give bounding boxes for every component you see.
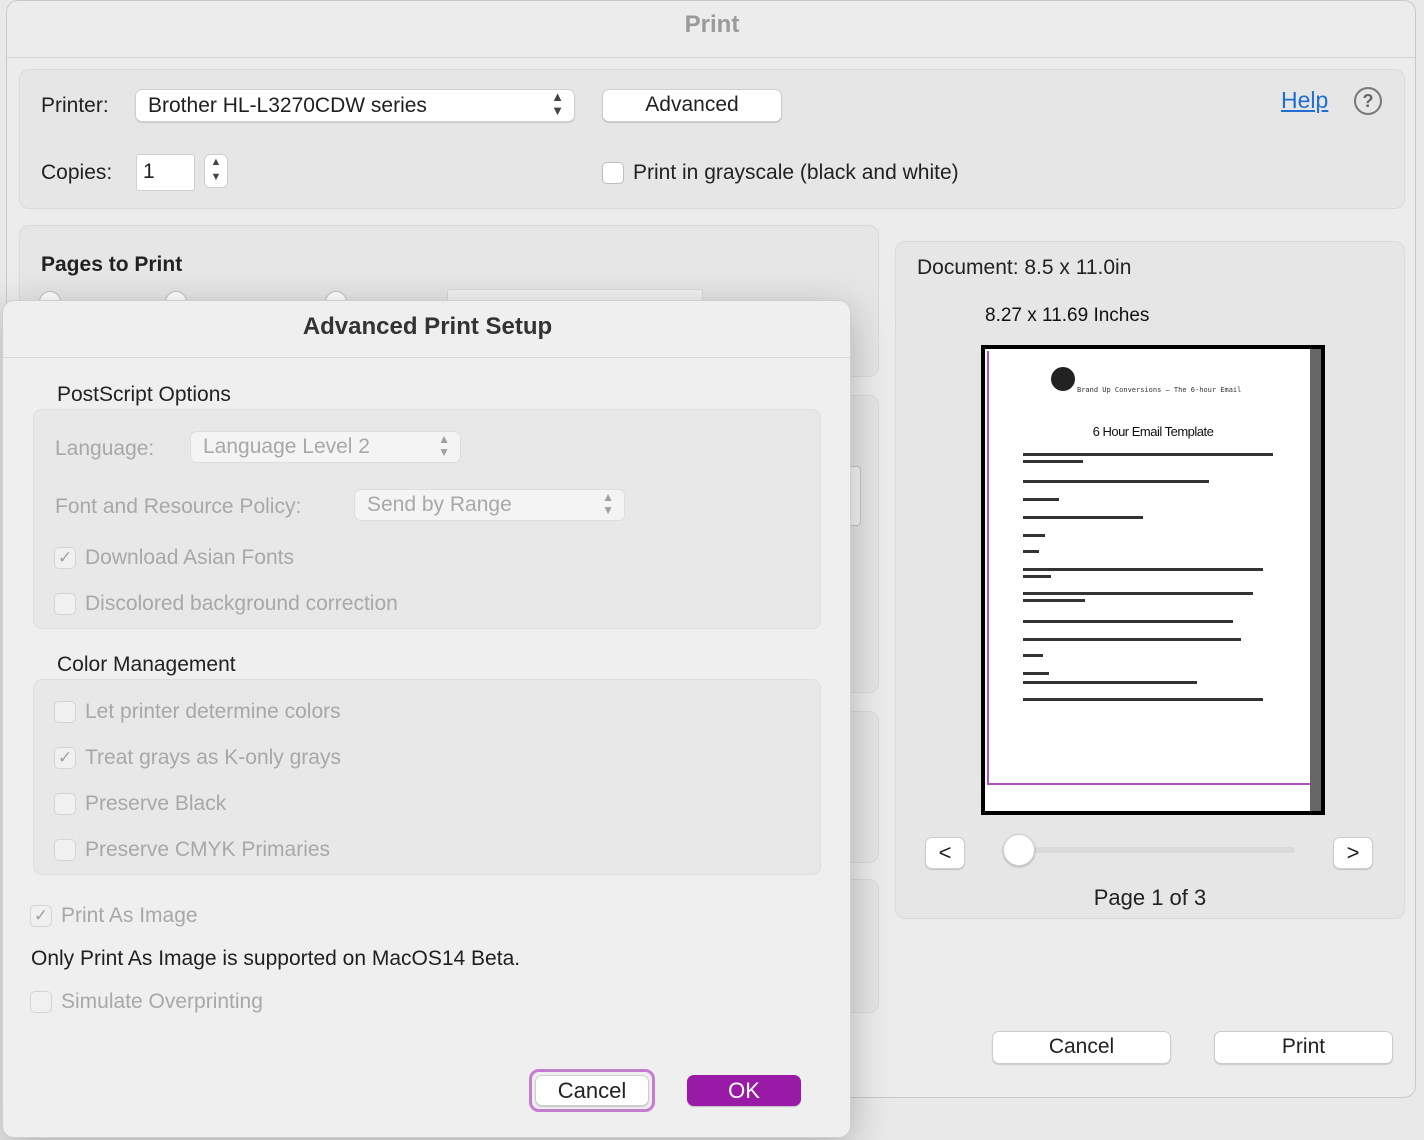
checkmark-icon: ✓ — [33, 906, 49, 925]
macos-note: Only Print As Image is supported on MacO… — [31, 947, 521, 970]
print-as-image-label: Print As Image — [61, 904, 198, 927]
copies-input[interactable]: 1 — [136, 154, 195, 191]
advanced-print-setup-dialog: Advanced Print Setup PostScript Options … — [2, 300, 851, 1138]
text-line — [1023, 681, 1197, 684]
preview-sheet-frame: Brand Up Conversions – The 6-hour Email … — [981, 345, 1325, 815]
next-page-button[interactable]: > — [1333, 837, 1373, 869]
print-cancel-button[interactable]: Cancel — [992, 1031, 1171, 1064]
postscript-heading: PostScript Options — [57, 383, 231, 406]
dialog-title: Advanced Print Setup — [302, 313, 553, 340]
font-policy-select-value: Send by Range — [367, 493, 512, 516]
text-line — [1023, 480, 1209, 483]
printer-select[interactable]: Brother HL-L3270CDW series ▲ ▼ — [135, 89, 575, 122]
copies-stepper[interactable]: ▲ ▼ — [204, 154, 228, 188]
checkmark-icon: ✓ — [57, 548, 73, 567]
text-line — [1023, 498, 1059, 501]
dialog-title-divider — [3, 357, 850, 358]
prev-page-button[interactable]: < — [925, 837, 965, 869]
chevron-updown-icon: ▲ ▼ — [438, 432, 450, 459]
printer-label: Printer: — [41, 94, 109, 117]
language-label: Language: — [55, 437, 155, 460]
print-button[interactable]: Print — [1214, 1031, 1393, 1064]
preserve-black-label: Preserve Black — [85, 792, 227, 815]
font-policy-label: Font and Resource Policy: — [55, 495, 302, 518]
language-select-value: Language Level 2 — [203, 435, 370, 458]
help-link[interactable]: Help — [1281, 87, 1328, 114]
copies-label: Copies: — [41, 161, 113, 184]
let-printer-colors-checkbox[interactable] — [54, 701, 76, 723]
chevron-updown-icon: ▲ ▼ — [551, 89, 564, 118]
paper-size: 8.27 x 11.69 Inches — [985, 305, 1150, 326]
logo-icon — [1051, 367, 1075, 391]
preserve-cmyk-label: Preserve CMYK Primaries — [85, 838, 331, 861]
sheet-header: Brand Up Conversions – The 6-hour Email — [1077, 386, 1242, 394]
text-line — [1023, 698, 1263, 701]
pages-to-print-heading: Pages to Print — [41, 253, 183, 276]
printer-select-value: Brother HL-L3270CDW series — [148, 94, 427, 117]
text-line — [1023, 672, 1049, 675]
print-as-image-checkbox[interactable]: ✓ — [30, 905, 52, 927]
dialog-cancel-button[interactable]: Cancel — [535, 1075, 649, 1106]
text-line — [1023, 460, 1083, 463]
text-line — [1023, 592, 1253, 595]
text-line — [1023, 550, 1039, 553]
text-line — [1023, 654, 1043, 657]
simulate-overprinting-label: Simulate Overprinting — [61, 990, 263, 1013]
discolored-bg-checkbox[interactable] — [54, 593, 76, 615]
dialog-ok-button[interactable]: OK — [687, 1075, 801, 1106]
color-management-heading: Color Management — [57, 653, 236, 676]
sheet-title: 6 Hour Email Template — [1092, 424, 1214, 439]
page-indicator: Page 1 of 3 — [1093, 885, 1207, 910]
text-line — [1023, 620, 1233, 623]
checkmark-icon: ✓ — [57, 748, 73, 767]
question-mark-circle-icon[interactable]: ? — [1354, 87, 1382, 115]
text-line — [1023, 638, 1241, 641]
preview-page-shadow — [1310, 349, 1321, 811]
window-title: Print — [684, 11, 740, 38]
text-line — [1023, 516, 1143, 519]
font-policy-select[interactable]: Send by Range ▲ ▼ — [354, 489, 625, 521]
text-line — [1023, 575, 1051, 578]
grayscale-checkbox[interactable] — [602, 162, 624, 184]
page-slider-thumb[interactable] — [1003, 834, 1035, 866]
page-slider-track[interactable] — [1019, 847, 1295, 853]
treat-grays-label: Treat grays as K-only grays — [85, 746, 341, 769]
preview-sheet: Brand Up Conversions – The 6-hour Email … — [985, 349, 1321, 811]
language-select[interactable]: Language Level 2 ▲ ▼ — [190, 431, 461, 463]
titlebar-divider — [7, 57, 1415, 58]
document-size: Document: 8.5 x 11.0in — [917, 256, 1132, 279]
text-line — [1023, 534, 1045, 537]
discolored-bg-label: Discolored background correction — [85, 592, 398, 615]
download-asian-fonts-checkbox[interactable]: ✓ — [54, 547, 76, 569]
text-line — [1023, 453, 1273, 456]
preserve-black-checkbox[interactable] — [54, 793, 76, 815]
advanced-button[interactable]: Advanced — [602, 89, 782, 122]
simulate-overprinting-checkbox[interactable] — [30, 991, 52, 1013]
text-line — [1023, 599, 1085, 602]
download-asian-fonts-label: Download Asian Fonts — [85, 546, 294, 569]
grayscale-label: Print in grayscale (black and white) — [633, 161, 959, 184]
treat-grays-checkbox[interactable]: ✓ — [54, 747, 76, 769]
text-line — [1023, 568, 1263, 571]
let-printer-colors-label: Let printer determine colors — [85, 700, 341, 723]
preserve-cmyk-checkbox[interactable] — [54, 839, 76, 861]
chevron-updown-icon: ▲ ▼ — [602, 490, 614, 517]
